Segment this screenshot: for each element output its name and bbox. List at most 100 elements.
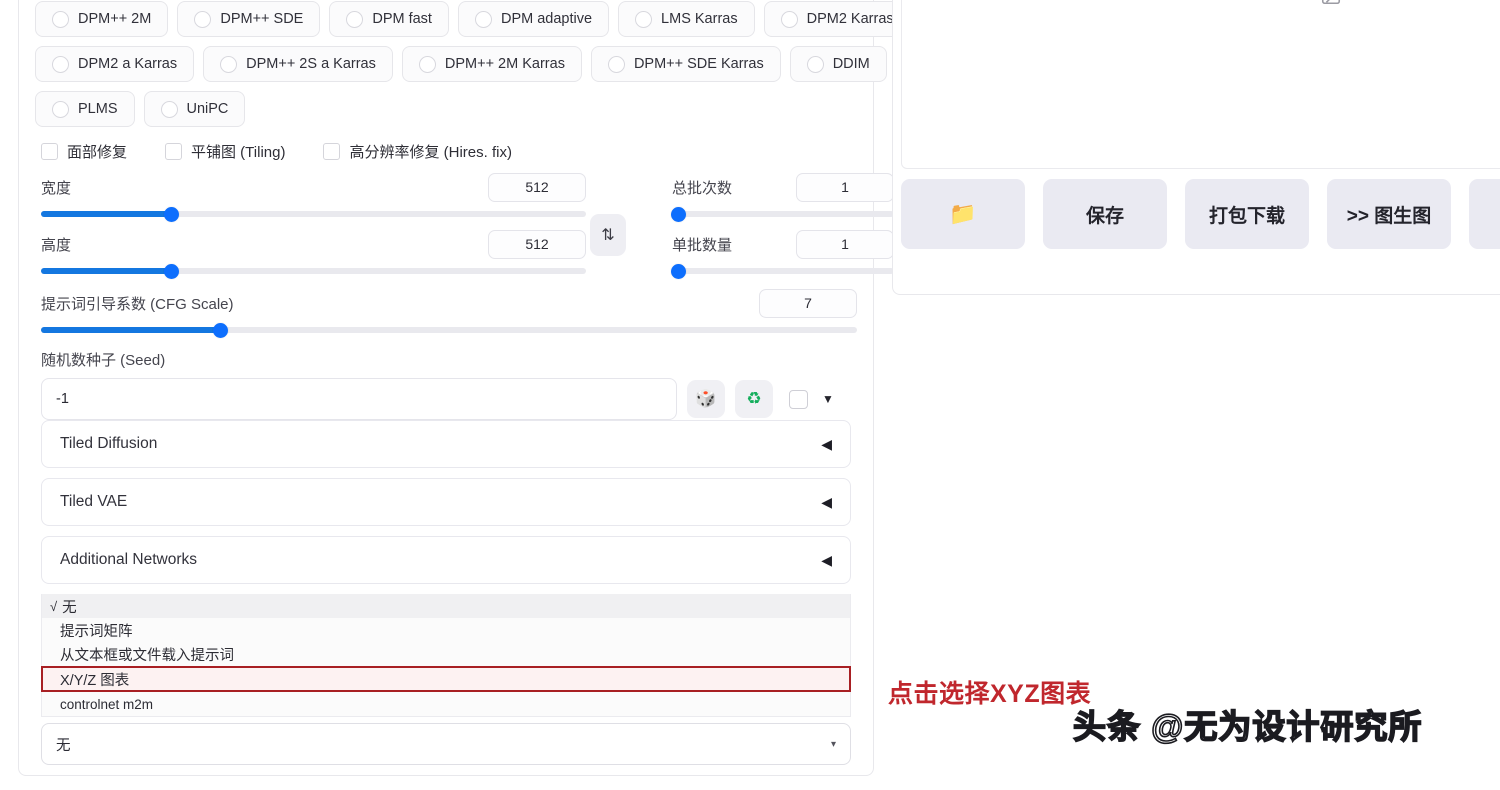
slider-cfg-scale-value[interactable]: 7 xyxy=(759,288,857,318)
slider-batch-count-track[interactable] xyxy=(671,206,894,222)
accordion-tiled-vae[interactable]: Tiled VAE ◀ xyxy=(41,478,851,526)
sampler-option-dpmpp-2s-a-karras[interactable]: DPM++ 2S a Karras xyxy=(203,46,393,82)
sampler-option-unipc[interactable]: UniPC xyxy=(143,91,246,127)
checkbox-hires-fix[interactable]: 高分辨率修复 (Hires. fix) xyxy=(323,141,512,162)
script-select-value: 无 xyxy=(56,737,71,754)
sampler-option-lms-karras[interactable]: LMS Karras xyxy=(618,1,755,37)
checkbox-tiling[interactable]: 平铺图 (Tiling) xyxy=(165,141,285,162)
sampler-option-dpm-fast[interactable]: DPM fast xyxy=(329,1,449,37)
sampler-option-plms[interactable]: PLMS xyxy=(35,91,135,127)
slider-batch-size-label: 单批数量 xyxy=(672,236,733,254)
radio-circle-icon xyxy=(160,100,178,118)
slider-batch-count-value[interactable]: 1 xyxy=(796,172,894,202)
dropdown-option-none[interactable]: √ 无 xyxy=(42,594,850,618)
radio-circle-icon xyxy=(346,10,364,28)
slider-batch-count-thumb[interactable] xyxy=(671,206,687,222)
sampler-label: DPM++ SDE Karras xyxy=(633,55,764,72)
slider-width-value[interactable]: 512 xyxy=(488,172,586,202)
image-preview-box[interactable] xyxy=(901,0,1500,169)
radio-circle-icon xyxy=(194,10,212,28)
generation-settings-panel: DPM++ 2M DPM++ SDE DPM fast DPM adaptive… xyxy=(18,0,911,776)
sampler-label: DPM++ 2M Karras xyxy=(444,55,565,72)
chevron-down-icon: ▾ xyxy=(830,738,836,750)
slider-batch-size-value[interactable]: 1 xyxy=(796,229,894,259)
radio-circle-icon xyxy=(806,55,824,73)
dropdown-option-label: controlnet m2m xyxy=(60,696,154,712)
slider-width-track[interactable] xyxy=(41,206,586,222)
dropdown-option-prompt-matrix[interactable]: 提示词矩阵 xyxy=(42,618,850,642)
checkbox-box-icon xyxy=(41,143,58,160)
sampler-label: DPM2 Karras xyxy=(806,10,894,27)
swap-column: ⇅ xyxy=(586,172,630,256)
send-to-img2img-button[interactable]: >> 图生图 xyxy=(1327,179,1451,249)
sampler-row-1: DPM++ 2M DPM++ SDE DPM fast DPM adaptive… xyxy=(35,1,911,37)
radio-circle-icon xyxy=(52,10,69,28)
swap-arrows-icon: ⇅ xyxy=(601,227,615,244)
radio-circle-icon xyxy=(635,10,653,28)
sampler-option-dpmpp-2m[interactable]: DPM++ 2M xyxy=(35,1,169,37)
dropdown-option-label: X/Y/Z 图表 xyxy=(60,672,130,689)
accordion-additional-networks[interactable]: Additional Networks ◀ xyxy=(41,536,851,584)
sampler-option-dpm2-karras[interactable]: DPM2 Karras xyxy=(763,1,911,37)
sampler-option-dpmpp-2m-karras[interactable]: DPM++ 2M Karras xyxy=(401,46,582,82)
accordion-title: Tiled VAE xyxy=(60,493,128,510)
dropdown-option-xyz-plot[interactable]: X/Y/Z 图表 xyxy=(41,666,851,692)
slider-cfg-scale-thumb[interactable] xyxy=(213,322,229,338)
radio-circle-icon xyxy=(418,55,436,73)
recycle-icon: ♻ xyxy=(746,389,762,408)
sampler-option-dpmpp-sde-karras[interactable]: DPM++ SDE Karras xyxy=(590,46,781,82)
chevron-down-icon[interactable]: ▼ xyxy=(822,392,834,406)
screenshot-root: DPM++ 2M DPM++ SDE DPM fast DPM adaptive… xyxy=(0,0,1500,790)
script-select-box[interactable]: 无 ▾ xyxy=(41,723,851,765)
accordion-tiled-diffusion[interactable]: Tiled Diffusion ◀ xyxy=(41,420,851,468)
dropdown-option-controlnet-m2m[interactable]: controlnet m2m xyxy=(42,692,850,716)
save-button[interactable]: 保存 xyxy=(1043,179,1167,249)
checkmark-icon: √ xyxy=(50,598,58,614)
sampler-label: DPM++ 2S a Karras xyxy=(246,55,376,72)
sampler-option-ddim[interactable]: DDIM xyxy=(789,46,887,82)
sampler-option-dpm2-a-karras[interactable]: DPM2 a Karras xyxy=(35,46,195,82)
send-to-extras-button-cut[interactable] xyxy=(1469,179,1500,249)
sampler-label: PLMS xyxy=(78,100,118,117)
open-folder-button[interactable]: 📁 xyxy=(901,179,1025,249)
checkbox-restore-faces[interactable]: 面部修复 xyxy=(41,141,127,162)
slider-batch-size-track[interactable] xyxy=(671,263,894,279)
seed-row: -1 🎲 ♻ ▼ xyxy=(35,378,857,420)
image-placeholder-icon xyxy=(1320,0,1342,6)
output-panel: 📁 保存 打包下载 >> 图生图 xyxy=(892,0,1500,295)
feature-checkbox-row: 面部修复 平铺图 (Tiling) 高分辨率修复 (Hires. fix) xyxy=(35,141,857,162)
radio-circle-icon xyxy=(780,10,798,28)
sampler-row-3: PLMS UniPC xyxy=(35,91,857,127)
extra-seed-checkbox[interactable] xyxy=(789,389,808,409)
slider-batch-size-thumb[interactable] xyxy=(671,263,687,279)
sampler-label: LMS Karras xyxy=(661,10,738,27)
slider-height-label: 高度 xyxy=(41,236,72,254)
dropdown-option-prompts-from-file[interactable]: 从文本框或文件载入提示词 xyxy=(42,642,850,666)
send-to-img2img-button-label: >> 图生图 xyxy=(1346,205,1432,227)
reuse-seed-button[interactable]: ♻ xyxy=(735,380,773,418)
slider-width-thumb[interactable] xyxy=(164,206,180,222)
accordion-title: Additional Networks xyxy=(60,551,197,568)
zip-download-button[interactable]: 打包下载 xyxy=(1185,179,1309,249)
randomize-seed-button[interactable]: 🎲 xyxy=(687,380,725,418)
sampler-label: DPM++ SDE xyxy=(220,10,304,27)
slider-cfg-scale-track[interactable] xyxy=(41,322,857,338)
slider-width: 宽度 512 xyxy=(41,172,586,222)
checkbox-label: 高分辨率修复 (Hires. fix) xyxy=(349,144,512,161)
slider-height-value[interactable]: 512 xyxy=(488,229,586,259)
sampler-label: DPM adaptive xyxy=(500,10,593,27)
swap-dimensions-button[interactable]: ⇅ xyxy=(590,214,626,256)
sampler-option-dpmpp-sde[interactable]: DPM++ SDE xyxy=(177,1,321,37)
slider-height-thumb[interactable] xyxy=(164,263,180,279)
seed-input[interactable]: -1 xyxy=(41,378,677,420)
slider-column-left: 宽度 512 高度 512 xyxy=(41,172,586,286)
sampler-label: UniPC xyxy=(186,100,229,117)
radio-circle-icon xyxy=(474,10,492,28)
slider-height-track[interactable] xyxy=(41,263,586,279)
sampler-option-dpm-adaptive[interactable]: DPM adaptive xyxy=(457,1,610,37)
dropdown-option-label: 提示词矩阵 xyxy=(60,623,133,640)
slider-cfg-scale-fill xyxy=(41,327,221,333)
dropdown-option-label: 从文本框或文件载入提示词 xyxy=(60,647,234,664)
slider-width-fill xyxy=(41,211,172,217)
slider-cfg-scale: 提示词引导系数 (CFG Scale) 7 xyxy=(35,288,857,338)
